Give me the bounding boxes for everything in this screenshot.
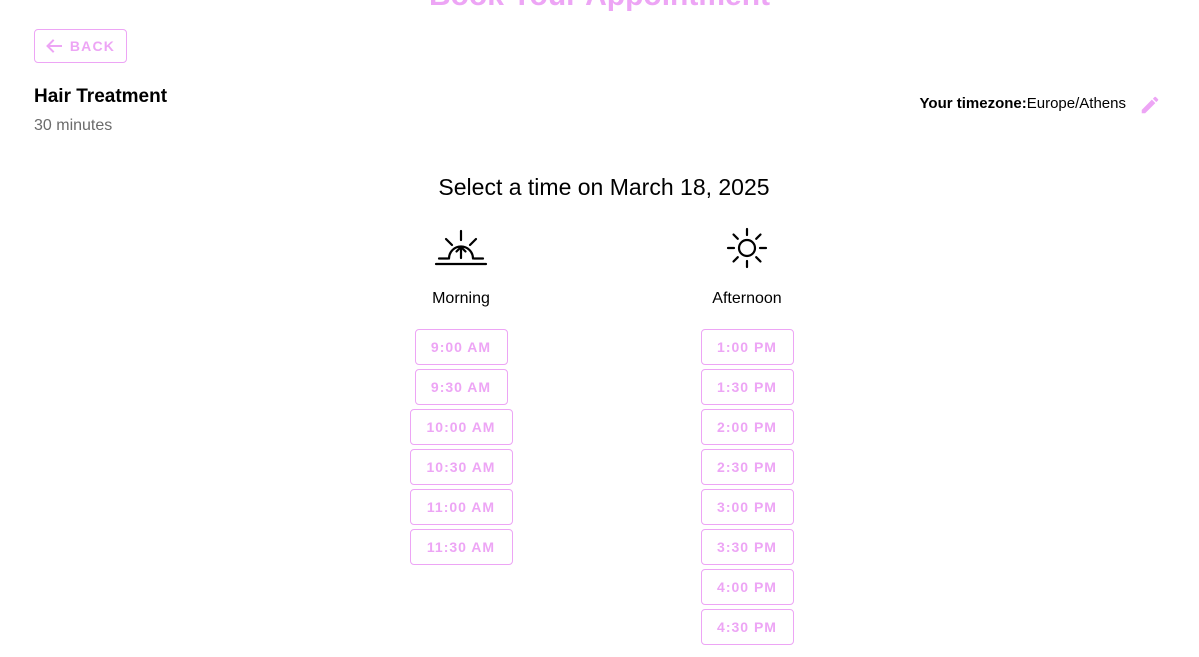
timezone-label: Your timezone: [919,95,1027,112]
time-slot[interactable]: 11:30 AM [409,529,513,565]
timezone-value: Europe/Athens [1026,95,1126,112]
service-duration: 30 minutes [34,117,113,134]
back-button[interactable]: BACK [34,29,127,63]
time-slot[interactable]: 10:30 AM [409,449,513,485]
edit-timezone-icon[interactable] [1139,94,1161,116]
afternoon-label: Afternoon [712,290,782,307]
time-slot[interactable]: 10:00 AM [409,409,513,445]
time-slot[interactable]: 9:00 AM [414,329,508,365]
time-slot[interactable]: 1:00 PM [700,329,794,365]
sun-icon [726,226,768,270]
time-slot[interactable]: 11:00 AM [409,489,513,525]
time-slot[interactable]: 1:30 PM [700,369,794,405]
morning-label: Morning [432,290,490,307]
time-slot[interactable]: 2:00 PM [700,409,794,445]
time-slot[interactable]: 4:30 PM [700,609,794,645]
timezone-display: Your timezone:Europe/Athens [920,94,1126,114]
arrow-left-icon [45,39,62,53]
morning-column: Morning 9:00 AM 9:30 AM 10:00 AM 10:30 A… [391,226,531,569]
time-slot[interactable]: 9:30 AM [414,369,508,405]
time-slot[interactable]: 4:00 PM [700,569,794,605]
back-button-label: BACK [69,38,116,54]
time-slot[interactable]: 2:30 PM [700,449,794,485]
sunrise-icon [434,226,488,270]
page-title: Book Your Appointment [0,0,1199,14]
time-slot[interactable]: 3:00 PM [700,489,794,525]
service-name: Hair Treatment [34,86,168,107]
select-time-heading: Select a time on March 18, 2025 [438,174,770,200]
time-slot[interactable]: 3:30 PM [700,529,794,565]
afternoon-column: Afternoon 1:00 PM 1:30 PM 2:00 PM 2:30 P… [677,226,817,649]
